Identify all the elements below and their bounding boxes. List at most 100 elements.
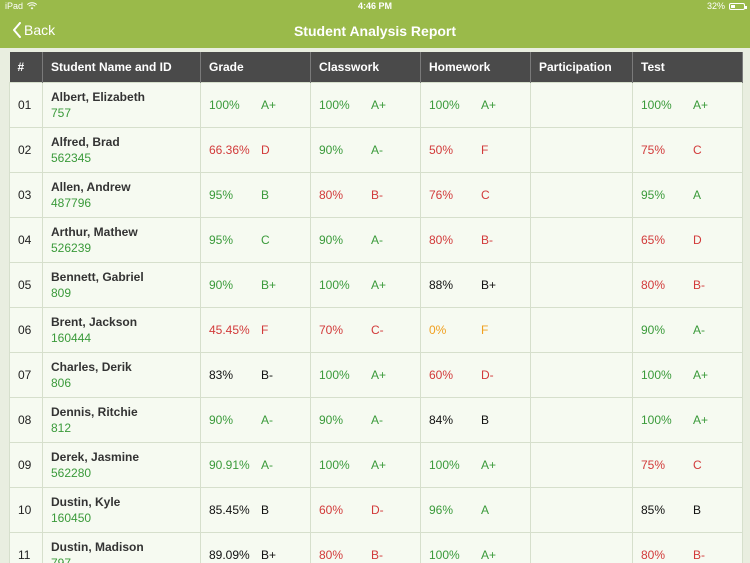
table-row[interactable]: 11 Dustin, Madison 797 89.09% B+ 80% B- 100% A+ 8…	[9, 532, 743, 563]
column-header-number[interactable]: #	[9, 52, 43, 83]
student-cell[interactable]: Derek, Jasmine 562280	[42, 442, 201, 488]
student-cell[interactable]: Arthur, Mathew 526239	[42, 217, 201, 263]
classwork-percent: 70%	[319, 323, 344, 337]
battery-percent: 32%	[706, 1, 725, 11]
homework-percent: 88%	[429, 278, 454, 292]
student-cell[interactable]: Charles, Derik 806	[42, 352, 201, 398]
homework-cell: 100% A+	[420, 442, 531, 488]
table-row[interactable]: 07 Charles, Derik 806 83% B- 100% A+ 60% D- 100% A…	[9, 352, 743, 398]
homework-percent: 80%	[429, 233, 454, 247]
table-row[interactable]: 01 Albert, Elizabeth 757 100% A+ 100% A+ 100% A+…	[9, 82, 743, 128]
student-cell[interactable]: Brent, Jackson 160444	[42, 307, 201, 353]
column-header-classwork[interactable]: Classwork	[310, 52, 421, 83]
column-header-test[interactable]: Test	[632, 52, 743, 83]
classwork-cell: 90% A-	[310, 127, 421, 173]
student-name: Arthur, Mathew	[51, 225, 138, 239]
homework-cell: 76% C	[420, 172, 531, 218]
grade-letter: B-	[261, 368, 273, 382]
test-letter: A-	[693, 323, 705, 337]
student-cell[interactable]: Albert, Elizabeth 757	[42, 82, 201, 128]
test-percent: 100%	[641, 413, 672, 427]
student-name: Derek, Jasmine	[51, 450, 140, 464]
student-cell[interactable]: Dustin, Kyle 160450	[42, 487, 201, 533]
student-cell[interactable]: Alfred, Brad 562345	[42, 127, 201, 173]
table-row[interactable]: 04 Arthur, Mathew 526239 95% C 90% A- 80% B- 65% D	[9, 217, 743, 263]
classwork-cell: 90% A-	[310, 397, 421, 443]
classwork-cell: 90% A-	[310, 217, 421, 263]
test-cell: 100% A+	[632, 82, 743, 128]
table-row[interactable]: 09 Derek, Jasmine 562280 90.91% A- 100% A+ 100%…	[9, 442, 743, 488]
grade-cell: 66.36% D	[200, 127, 311, 173]
homework-cell: 80% B-	[420, 217, 531, 263]
column-header-participation[interactable]: Participation	[530, 52, 633, 83]
classwork-letter: D-	[371, 503, 384, 517]
homework-cell: 88% B+	[420, 262, 531, 308]
homework-letter: F	[481, 323, 489, 337]
test-cell: 90% A-	[632, 307, 743, 353]
classwork-letter: A+	[371, 368, 387, 382]
test-percent: 80%	[641, 278, 666, 292]
row-number: 07	[9, 352, 43, 398]
nav-bar: Back Student Analysis Report	[0, 14, 750, 48]
classwork-letter: C-	[371, 323, 384, 337]
participation-cell	[530, 127, 633, 173]
student-cell[interactable]: Allen, Andrew 487796	[42, 172, 201, 218]
student-id: 757	[51, 106, 72, 120]
row-number: 10	[9, 487, 43, 533]
test-letter: D	[693, 233, 702, 247]
table-row[interactable]: 02 Alfred, Brad 562345 66.36% D 90% A- 50% F 75% C	[9, 127, 743, 173]
test-letter: B-	[693, 278, 705, 292]
student-name: Alfred, Brad	[51, 135, 120, 149]
classwork-percent: 90%	[319, 143, 344, 157]
grade-letter: A-	[261, 413, 273, 427]
student-id: 562345	[51, 151, 92, 165]
homework-letter: B+	[481, 278, 497, 292]
homework-letter: A+	[481, 548, 497, 562]
grade-percent: 83%	[209, 368, 234, 382]
test-percent: 90%	[641, 323, 666, 337]
table-row[interactable]: 05 Bennett, Gabriel 809 90% B+ 100% A+ 88% B+ 80%…	[9, 262, 743, 308]
battery-icon	[729, 2, 747, 10]
test-letter: A	[693, 188, 702, 202]
grade-percent: 95%	[209, 233, 234, 247]
homework-percent: 100%	[429, 98, 460, 112]
homework-letter: A	[481, 503, 490, 517]
column-header-student[interactable]: Student Name and ID	[42, 52, 201, 83]
table-row[interactable]: 06 Brent, Jackson 160444 45.45% F 70% C- 0% F 90%…	[9, 307, 743, 353]
classwork-cell: 100% A+	[310, 82, 421, 128]
table-row[interactable]: 03 Allen, Andrew 487796 95% B 80% B- 76% C 95% A	[9, 172, 743, 218]
participation-cell	[530, 532, 633, 563]
student-id: 160450	[51, 511, 92, 525]
status-time: 4:46 PM	[357, 1, 392, 11]
classwork-percent: 100%	[319, 98, 350, 112]
student-cell[interactable]: Dustin, Madison 797	[42, 532, 201, 563]
column-header-homework[interactable]: Homework	[420, 52, 531, 83]
classwork-letter: A+	[371, 278, 387, 292]
student-name: Dustin, Madison	[51, 540, 144, 554]
classwork-letter: A-	[371, 233, 383, 247]
grade-cell: 95% B	[200, 172, 311, 218]
grade-letter: A-	[261, 458, 273, 472]
homework-percent: 60%	[429, 368, 454, 382]
student-id: 806	[51, 376, 72, 390]
classwork-percent: 90%	[319, 233, 344, 247]
student-id: 812	[51, 421, 72, 435]
student-cell[interactable]: Bennett, Gabriel 809	[42, 262, 201, 308]
student-name: Bennett, Gabriel	[51, 270, 144, 284]
homework-cell: 96% A	[420, 487, 531, 533]
classwork-percent: 100%	[319, 278, 350, 292]
classwork-letter: A-	[371, 143, 383, 157]
homework-cell: 0% F	[420, 307, 531, 353]
grade-percent: 100%	[209, 98, 240, 112]
homework-percent: 0%	[429, 323, 447, 337]
student-name: Brent, Jackson	[51, 315, 138, 329]
grade-cell: 95% C	[200, 217, 311, 263]
column-header-grade[interactable]: Grade	[200, 52, 311, 83]
table-row[interactable]: 10 Dustin, Kyle 160450 85.45% B 60% D- 96% A 85% B	[9, 487, 743, 533]
row-number: 01	[9, 82, 43, 128]
table-row[interactable]: 08 Dennis, Ritchie 812 90% A- 90% A- 84% B 100% A+	[9, 397, 743, 443]
participation-cell	[530, 262, 633, 308]
homework-cell: 100% A+	[420, 82, 531, 128]
grade-letter: B	[261, 503, 270, 517]
student-cell[interactable]: Dennis, Ritchie 812	[42, 397, 201, 443]
